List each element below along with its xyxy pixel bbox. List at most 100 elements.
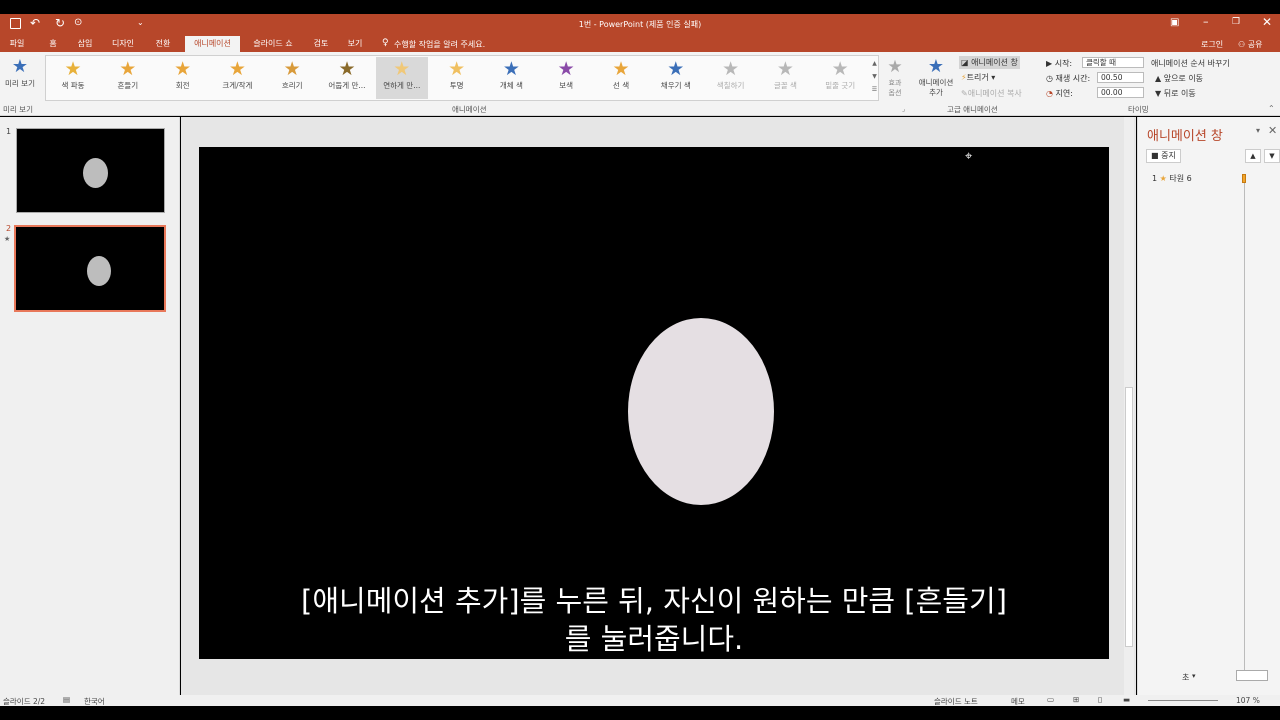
gallery-item[interactable]: ★ 투명: [431, 57, 483, 99]
move-up-button[interactable]: ▲: [1245, 149, 1261, 163]
move-earlier-button[interactable]: ▲ 앞으로 이동: [1155, 73, 1203, 84]
effect-star-icon: ★: [502, 58, 520, 80]
tab-2[interactable]: 삽입: [71, 36, 99, 52]
tab-3[interactable]: 디자인: [107, 36, 139, 52]
effect-star-icon: ★: [612, 58, 630, 80]
mouse-cursor-icon: ⌖: [965, 149, 973, 164]
tell-me-box[interactable]: 수행할 작업을 알려 주세요.: [394, 39, 485, 50]
spellcheck-icon[interactable]: ▤: [63, 695, 70, 704]
gallery-item[interactable]: ★ 흔들기: [102, 57, 154, 99]
effect-options-button[interactable]: ★ 효과 옵션: [882, 56, 908, 102]
gallery-item-label: 글꼴 색: [773, 81, 797, 90]
gallery-item[interactable]: ★ 채우기 색: [650, 57, 702, 99]
move-down-button[interactable]: ▼: [1264, 149, 1280, 163]
start-select[interactable]: 클릭할 때: [1082, 57, 1144, 68]
share-label: 공유: [1247, 40, 1263, 49]
tab-4[interactable]: 전환: [150, 36, 176, 52]
comments-button[interactable]: 메모: [1011, 696, 1025, 707]
gallery-item[interactable]: ★ 개체 색: [485, 57, 537, 99]
language[interactable]: 한국어: [84, 696, 105, 707]
duration-input[interactable]: 00.50: [1097, 72, 1144, 83]
item-number: 1: [1152, 174, 1158, 183]
person-icon: ⚇: [1238, 40, 1246, 49]
tab-0[interactable]: 파일: [3, 36, 31, 52]
pane-options-icon[interactable]: ▾: [1256, 126, 1260, 135]
stop-label: 중지: [1161, 151, 1176, 160]
customize-qat-icon[interactable]: ⌄: [137, 18, 144, 27]
move-later-button[interactable]: ▼ 뒤로 이동: [1155, 88, 1196, 99]
gallery-item[interactable]: ★ 밑줄 긋기: [814, 57, 866, 99]
gallery-item-label: 크게/작게: [222, 81, 253, 90]
chevron-down-icon: ▾: [988, 73, 996, 82]
gallery-item[interactable]: ★ 선 색: [595, 57, 647, 99]
tab-7[interactable]: 검토: [310, 36, 332, 52]
timeline-scroll[interactable]: [1236, 670, 1268, 681]
stop-icon: ■: [1151, 151, 1159, 160]
save-icon[interactable]: [10, 18, 21, 29]
slide-thumbnail-2[interactable]: [14, 225, 166, 312]
slide-thumbnail-1[interactable]: [16, 128, 165, 213]
trigger-button[interactable]: ⚡트리거 ▾: [961, 72, 995, 83]
zoom-slider[interactable]: [1148, 700, 1218, 701]
status-bar: 슬라이드 2/2 ▤ 한국어 슬라이드 노트 메모 ▭ ⊞ ▯ ▬ 107 %: [0, 695, 1280, 706]
gallery-item[interactable]: ★ 연하게 만...: [375, 57, 428, 99]
zoom-level[interactable]: 107 %: [1236, 696, 1260, 705]
thumbnail-number-1: 1: [6, 127, 12, 136]
restore-icon[interactable]: ❐: [1232, 17, 1240, 27]
tab-1[interactable]: 홈: [44, 36, 62, 52]
vertical-scrollbar[interactable]: [1124, 117, 1134, 695]
scroll-thumb[interactable]: [1125, 387, 1133, 647]
animation-star-icon: ★: [4, 235, 11, 243]
gallery-item-label: 색 파동: [61, 81, 85, 90]
stop-button[interactable]: ■ 중지: [1146, 149, 1181, 163]
add-animation-button[interactable]: ★ 애니메이션 추가: [914, 56, 958, 102]
undo-icon[interactable]: ↶: [30, 16, 40, 30]
ribbon-display-icon[interactable]: ▣: [1170, 17, 1179, 28]
slide-ellipse[interactable]: [628, 318, 774, 505]
start-label-text: 시작:: [1054, 59, 1073, 68]
gallery-scroll[interactable]: ▲ ▼ ☰: [870, 57, 879, 97]
timing-group-label: 타이밍: [1128, 105, 1149, 114]
animation-list-item[interactable]: 1 ★ 타원 6: [1152, 173, 1272, 185]
gallery-item[interactable]: ★ 흐리기: [266, 57, 318, 99]
minimize-icon[interactable]: –: [1203, 15, 1209, 28]
preview-button[interactable]: ★ 미리 보기: [2, 56, 38, 102]
tab-5[interactable]: 애니메이션: [185, 36, 240, 53]
login-link[interactable]: 로그인: [1201, 39, 1223, 50]
ribbon: ★ 미리 보기 미리 보기 ★ 색 파동 ★ 흔들기 ★ 회전 ★ 크게/작게 ★ 흐리기 ★ 어둡게…: [0, 52, 1280, 116]
group-launcher-icon[interactable]: ⌟: [902, 105, 905, 113]
gallery-item[interactable]: ★ 회전: [157, 57, 209, 99]
close-pane-icon[interactable]: ✕: [1268, 124, 1277, 137]
redo-icon[interactable]: ↻: [55, 16, 65, 30]
preview-label: 미리 보기: [5, 79, 35, 88]
thumb-ellipse: [87, 256, 111, 286]
notes-button[interactable]: 슬라이드 노트: [934, 696, 978, 707]
gallery-item[interactable]: ★ 어둡게 만...: [321, 57, 373, 99]
close-window-icon[interactable]: ✕: [1262, 15, 1272, 29]
gallery-item[interactable]: ★ 색 파동: [47, 57, 99, 99]
share-button[interactable]: ⚇ 공유: [1238, 39, 1262, 50]
reading-view-icon[interactable]: ▯: [1098, 695, 1102, 704]
tab-6[interactable]: 슬라이드 쇼: [247, 36, 299, 52]
gallery-item[interactable]: ★ 보색: [540, 57, 592, 99]
delay-input[interactable]: 00.00: [1097, 87, 1144, 98]
normal-view-icon[interactable]: ▭: [1047, 695, 1054, 704]
gallery-item[interactable]: ★ 크게/작게: [211, 57, 263, 99]
triangle-down-icon: ▼: [1155, 89, 1162, 98]
collapse-ribbon-icon[interactable]: ⌃: [1268, 104, 1275, 113]
tab-8[interactable]: 보기: [343, 36, 367, 52]
effect-star-icon: ★: [393, 58, 411, 80]
animation-pane-title: 애니메이션 창: [1147, 129, 1223, 144]
present-icon[interactable]: ⊙: [74, 17, 82, 28]
item-name: 타원 6: [1169, 174, 1192, 183]
subtitle-line-1: [애니메이션 추가]를 누른 뒤, 자신이 원하는 만큼 [흔들기]: [301, 584, 1007, 618]
animation-painter-button[interactable]: ✎애니메이션 복사: [961, 88, 1022, 99]
gallery-item[interactable]: ★ 색칠하기: [705, 57, 757, 99]
gallery-item[interactable]: ★ 글꼴 색: [759, 57, 811, 99]
slideshow-view-icon[interactable]: ▬: [1123, 695, 1130, 704]
seconds-dropdown-icon[interactable]: ▾: [1192, 672, 1196, 680]
animation-pane-button[interactable]: ◪ 애니메이션 창: [959, 56, 1020, 69]
sorter-view-icon[interactable]: ⊞: [1073, 695, 1079, 704]
start-label: ▶ 시작:: [1046, 58, 1072, 69]
slide-canvas[interactable]: [애니메이션 추가]를 누른 뒤, 자신이 원하는 만큼 [흔들기] 를 눌러줍…: [199, 147, 1109, 659]
